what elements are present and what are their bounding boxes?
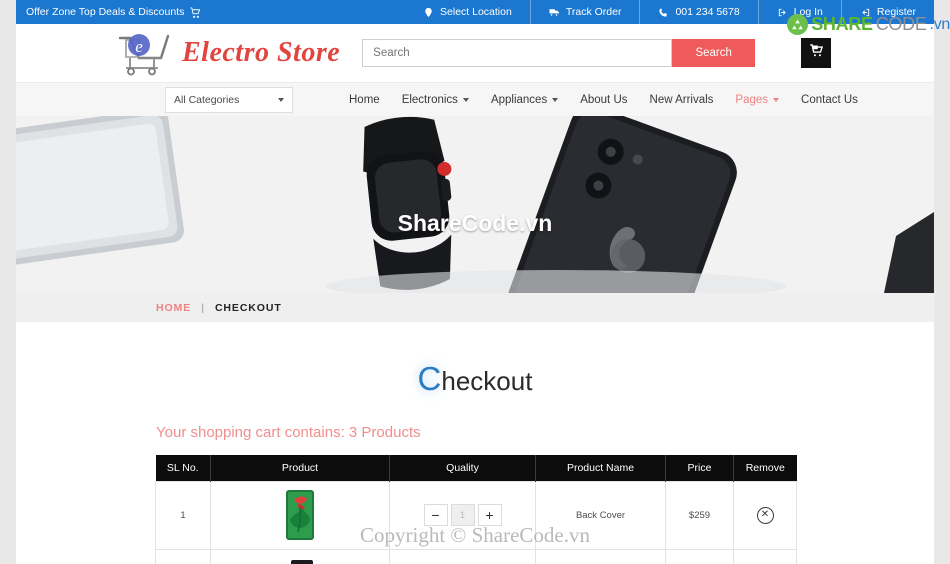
- search-input[interactable]: [362, 39, 673, 67]
- table-row: 1 − 1 + Back Cover $259 ✕: [155, 480, 797, 550]
- chevron-down-icon: [462, 97, 469, 102]
- promo-label: Offer Zone Top Deals & Discounts: [26, 6, 185, 18]
- page-title: Checkout: [16, 360, 934, 398]
- remove-circle-icon[interactable]: ✕: [756, 506, 774, 524]
- table-header-row: SL No. Product Quality Product Name Pric…: [155, 455, 797, 481]
- watermark-share: SHARE: [811, 14, 873, 34]
- nav-item-appliances[interactable]: Appliances: [490, 93, 559, 106]
- page-root: Offer Zone Top Deals & Discounts Select …: [0, 0, 950, 564]
- map-pin-icon: [423, 7, 434, 18]
- quantity-stepper: − 1 +: [390, 504, 535, 526]
- quantity-decrement-button[interactable]: −: [423, 504, 448, 526]
- nav-links: Home Electronics Appliances About Us New…: [349, 94, 858, 106]
- nav-item-label: Home: [349, 93, 380, 106]
- product-thumbnail-camera-lens[interactable]: [286, 558, 314, 564]
- cart-icon: [190, 6, 201, 18]
- all-categories-dropdown[interactable]: All Categories: [165, 86, 293, 113]
- nav-item-label: Pages: [735, 93, 769, 106]
- track-order-label: Track Order: [565, 6, 622, 18]
- watermark-code: CODE: [875, 14, 927, 34]
- chevron-down-icon: [278, 97, 284, 102]
- column-header-remove: Remove: [733, 455, 797, 481]
- cell-remove: ✕: [733, 480, 797, 550]
- breadcrumb: HOME | CHECKOUT: [156, 302, 282, 314]
- column-header-quality: Quality: [389, 455, 536, 481]
- phone-link[interactable]: 001 234 5678: [639, 0, 757, 24]
- main-content: Checkout Your shopping cart contains: 3 …: [16, 322, 934, 564]
- hero-watermark-text: ShareCode.vn: [397, 210, 553, 236]
- checkout-cart-table: SL No. Product Quality Product Name Pric…: [155, 455, 797, 564]
- watermark-vn: .vn: [929, 15, 950, 33]
- nav-item-pages[interactable]: Pages: [735, 93, 780, 106]
- breadcrumb-band: HOME | CHECKOUT: [16, 293, 934, 322]
- cart-summary-note: Your shopping cart contains: 3 Products: [156, 424, 421, 441]
- search-button[interactable]: Search: [672, 39, 756, 67]
- track-order-link[interactable]: Track Order: [529, 0, 640, 24]
- phone-number: 001 234 5678: [675, 6, 740, 18]
- product-thumbnail-back-cover[interactable]: [286, 490, 314, 540]
- shopping-cart-icon: [809, 43, 824, 63]
- cell-product-image: [210, 548, 390, 564]
- nav-item-electronics[interactable]: Electronics: [402, 94, 469, 106]
- breadcrumb-current: CHECKOUT: [214, 301, 282, 314]
- select-location-label: Select Location: [440, 6, 512, 18]
- nav-item-label: New Arrivals: [649, 93, 714, 106]
- cell-quantity: − 1 +: [389, 480, 536, 550]
- chevron-down-icon: [773, 97, 780, 102]
- page-title-rest: heckout: [441, 366, 533, 396]
- quantity-increment-button[interactable]: +: [477, 504, 502, 526]
- cell-price: $259: [665, 480, 734, 550]
- column-header-sl-no: SL No.: [155, 455, 211, 481]
- cell-remove: ✕: [733, 548, 797, 564]
- nav-item-about-us[interactable]: About Us: [580, 94, 627, 106]
- breadcrumb-home-link[interactable]: HOME: [156, 302, 191, 314]
- quantity-value[interactable]: 1: [450, 504, 475, 526]
- table-header: SL No. Product Quality Product Name Pric…: [155, 455, 797, 481]
- cart-button[interactable]: [801, 38, 832, 68]
- promo-banner[interactable]: Offer Zone Top Deals & Discounts: [16, 6, 201, 18]
- svg-text:e: e: [135, 37, 143, 56]
- electro-cart-logo-icon: e: [116, 30, 178, 76]
- brand-name: Electro Store: [182, 37, 341, 68]
- nav-item-label: About Us: [580, 93, 628, 106]
- sharecode-circle-icon: [787, 14, 809, 35]
- table-body: 1 − 1 + Back Cover $259 ✕: [155, 480, 797, 564]
- all-categories-label: All Categories: [174, 93, 240, 106]
- cell-quantity: − 1 +: [389, 548, 536, 564]
- nav-item-home[interactable]: Home: [349, 94, 380, 106]
- nav-item-label: Electronics: [401, 93, 458, 106]
- column-header-product: Product: [210, 455, 390, 481]
- nav-item-label: Contact Us: [801, 93, 858, 106]
- cell-price: [665, 548, 734, 564]
- nav-item-label: Appliances: [490, 93, 548, 106]
- brand-logo[interactable]: e Electro Store: [116, 30, 340, 76]
- cell-product-image: [210, 480, 390, 550]
- hero-image: [16, 116, 934, 293]
- phone-icon: [658, 7, 669, 18]
- cell-product-name: [535, 548, 666, 564]
- main-navigation: All Categories Home Electronics Applianc…: [16, 82, 934, 116]
- breadcrumb-separator: |: [201, 301, 205, 314]
- cell-product-name: Back Cover: [535, 480, 666, 550]
- cell-sl-no: 2: [155, 548, 211, 564]
- chevron-down-icon: [552, 97, 559, 102]
- login-icon: [777, 7, 788, 18]
- cell-sl-no: 1: [155, 480, 211, 550]
- hero-banner: ShareCode.vn: [16, 116, 934, 293]
- sharecode-watermark-logo: SHARE CODE .vn: [787, 14, 950, 35]
- nav-item-new-arrivals[interactable]: New Arrivals: [650, 94, 714, 106]
- page-title-dropcap: C: [417, 360, 442, 397]
- table-row: 2: [155, 548, 797, 564]
- nav-item-contact-us[interactable]: Contact Us: [801, 94, 858, 106]
- column-header-price: Price: [665, 455, 734, 481]
- column-header-product-name: Product Name: [535, 455, 666, 481]
- select-location-link[interactable]: Select Location: [405, 0, 530, 24]
- truck-icon: [549, 7, 560, 18]
